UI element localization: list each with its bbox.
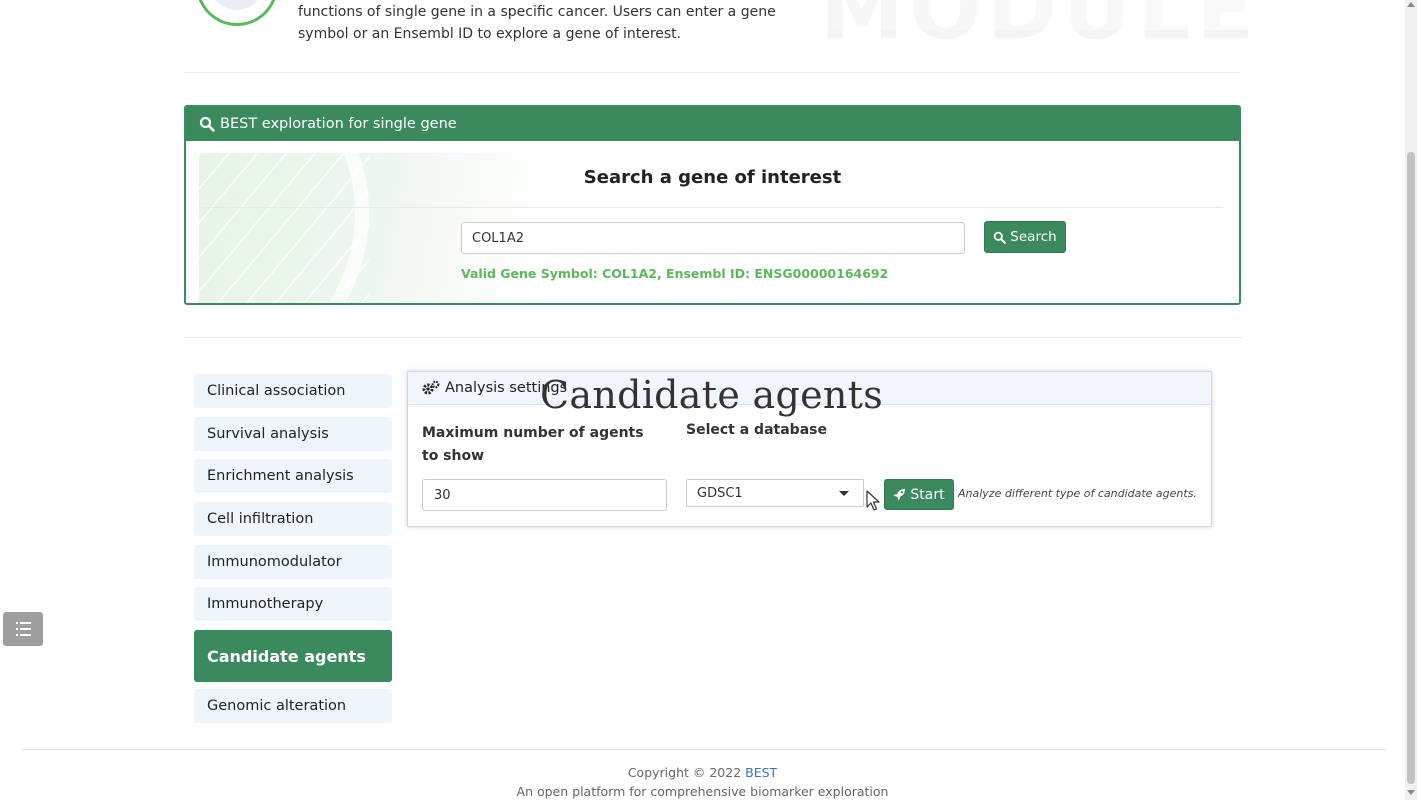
search-button-label: Search <box>1010 229 1057 245</box>
search-panel-body: Search a gene of interest Search Valid G… <box>186 141 1239 303</box>
divider-top <box>184 72 1240 73</box>
search-icon <box>199 116 215 132</box>
sidebar-item-label: Immunomodulator <box>207 554 342 570</box>
cogs-icon <box>422 380 440 395</box>
sidebar-item-label: Cell infiltration <box>207 511 314 527</box>
search-panel: BEST exploration for single gene Search … <box>184 105 1241 305</box>
sidebar-item-label: Immunotherapy <box>207 596 324 612</box>
database-select[interactable]: GDSC1 <box>686 479 864 507</box>
database-selected-value: GDSC1 <box>697 485 743 501</box>
start-button-label: Start <box>910 486 945 503</box>
sidebar-item-label: Candidate agents <box>207 646 366 666</box>
start-button[interactable]: Start <box>884 479 954 510</box>
footer-tagline: An open platform for comprehensive bioma… <box>516 784 889 799</box>
search-panel-title: BEST exploration for single gene <box>220 116 457 132</box>
sidebar-item-immunomodulator[interactable]: Immunomodulator <box>194 545 392 579</box>
page-scrollbar[interactable] <box>1405 0 1417 800</box>
divider-middle <box>184 337 1242 338</box>
chevron-down-icon <box>839 491 849 496</box>
sidebar-item-enrichment-analysis[interactable]: Enrichment analysis <box>194 459 392 493</box>
database-label: Select a database <box>686 422 827 438</box>
intro-line-2: symbol or an Ensembl ID to explore a gen… <box>298 26 682 42</box>
sidebar-item-survival-analysis[interactable]: Survival analysis <box>194 417 392 451</box>
max-agents-label: Maximum number of agents to show <box>422 425 644 464</box>
sidebar-item-label: Enrichment analysis <box>207 468 354 484</box>
footer-copyright: Copyright © 2022 BEST <box>0 765 1405 780</box>
gene-search-input[interactable] <box>461 222 965 254</box>
search-heading: Search a gene of interest <box>583 167 842 188</box>
sidebar-item-label: Survival analysis <box>207 426 329 442</box>
list-icon <box>16 622 31 636</box>
rocket-icon <box>894 488 906 501</box>
intro-line-1: functions of single gene in a specific c… <box>298 4 776 20</box>
sidebar-item-label: Genomic alteration <box>207 698 347 714</box>
sidebar-item-candidate-agents[interactable]: Candidate agents <box>194 630 392 682</box>
copyright-text: Copyright © 2022 <box>627 765 746 780</box>
site-logo: ↗ <box>196 0 278 26</box>
watermark-fade <box>800 0 1400 30</box>
divider-footer <box>22 749 1386 750</box>
scroll-up-arrow-icon[interactable] <box>1407 2 1415 7</box>
sidebar-item-genomic-alteration[interactable]: Genomic alteration <box>194 689 392 723</box>
sidebar-item-cell-infiltration[interactable]: Cell infiltration <box>194 502 392 536</box>
scrollbar-thumb[interactable] <box>1407 152 1415 784</box>
start-hint-text: Analyze different type of candidate agen… <box>958 487 1197 500</box>
best-home-link[interactable]: BEST <box>745 765 777 780</box>
search-icon <box>994 231 1007 244</box>
sidebar-item-label: Clinical association <box>207 383 346 399</box>
scroll-down-arrow-icon[interactable] <box>1407 790 1415 795</box>
gene-validation-message: Valid Gene Symbol: COL1A2, Ensembl ID: E… <box>461 266 889 281</box>
max-agents-input[interactable] <box>422 479 667 511</box>
search-button[interactable]: Search <box>984 221 1066 253</box>
sidebar-item-immunotherapy[interactable]: Immunotherapy <box>194 587 392 621</box>
toc-toggle-button[interactable] <box>3 612 43 646</box>
mouse-cursor-icon <box>866 490 880 511</box>
search-divider <box>199 207 1223 208</box>
search-panel-header: BEST exploration for single gene <box>186 107 1239 141</box>
sidebar-item-clinical-association[interactable]: Clinical association <box>194 374 392 408</box>
intro-text: functions of single gene in a specific c… <box>298 1 790 45</box>
section-overlay-title: Candidate agents <box>540 373 884 417</box>
